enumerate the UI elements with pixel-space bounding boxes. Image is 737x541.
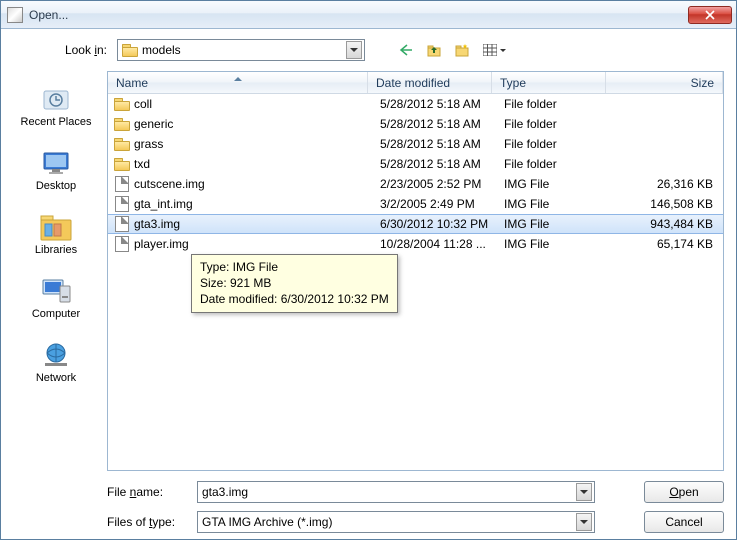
dropdown-arrow-icon[interactable] <box>346 41 362 59</box>
file-row[interactable]: generic5/28/2012 5:18 AMFile folder <box>108 114 723 134</box>
folder-icon <box>122 44 138 57</box>
file-row[interactable]: gta3.img6/30/2012 10:32 PMIMG File943,48… <box>108 214 723 234</box>
file-size: 943,484 KB <box>610 217 723 231</box>
file-icon <box>114 196 130 212</box>
up-folder-icon <box>427 43 441 57</box>
column-headers: Name Date modified Type Size <box>108 72 723 94</box>
filename-label: File name: <box>107 485 187 499</box>
place-computer[interactable]: Computer <box>16 267 96 329</box>
filetype-combo[interactable]: GTA IMG Archive (*.img) <box>197 511 595 533</box>
file-date: 5/28/2012 5:18 AM <box>372 97 496 111</box>
column-date[interactable]: Date modified <box>368 72 492 93</box>
file-icon <box>114 236 130 252</box>
window-title: Open... <box>29 8 688 22</box>
file-type: File folder <box>496 157 610 171</box>
titlebar: Open... <box>1 1 736 29</box>
folder-icon <box>114 116 130 132</box>
places-bar: Recent Places Desktop Libraries Computer <box>13 71 99 471</box>
file-type: IMG File <box>496 217 610 231</box>
file-type: File folder <box>496 97 610 111</box>
close-icon <box>705 10 715 20</box>
place-libraries[interactable]: Libraries <box>16 203 96 265</box>
up-one-level-button[interactable] <box>423 39 445 61</box>
lookin-combo[interactable]: models <box>117 39 365 61</box>
close-button[interactable] <box>688 6 732 24</box>
file-name: player.img <box>134 237 372 251</box>
desktop-icon <box>39 148 73 178</box>
column-size[interactable]: Size <box>606 72 723 93</box>
filename-value: gta3.img <box>202 485 248 499</box>
bottom-panel: File name: gta3.img Open Files of type: … <box>107 481 724 533</box>
file-date: 6/30/2012 10:32 PM <box>372 217 496 231</box>
column-name[interactable]: Name <box>108 72 368 93</box>
folder-icon <box>114 96 130 112</box>
file-type: File folder <box>496 137 610 151</box>
file-row[interactable]: grass5/28/2012 5:18 AMFile folder <box>108 134 723 154</box>
file-date: 5/28/2012 5:18 AM <box>372 157 496 171</box>
new-folder-button[interactable] <box>451 39 473 61</box>
dropdown-arrow-icon[interactable] <box>576 483 592 501</box>
file-icon <box>114 176 130 192</box>
place-recent[interactable]: Recent Places <box>16 75 96 137</box>
column-type[interactable]: Type <box>492 72 606 93</box>
file-type: IMG File <box>496 177 610 191</box>
file-size: 26,316 KB <box>610 177 723 191</box>
file-row[interactable]: gta_int.img3/2/2005 2:49 PMIMG File146,5… <box>108 194 723 214</box>
new-folder-icon <box>455 43 469 57</box>
folder-icon <box>114 156 130 172</box>
app-icon <box>7 7 23 23</box>
file-row[interactable]: coll5/28/2012 5:18 AMFile folder <box>108 94 723 114</box>
filetype-value: GTA IMG Archive (*.img) <box>202 515 332 529</box>
network-icon <box>39 340 73 370</box>
file-date: 3/2/2005 2:49 PM <box>372 197 496 211</box>
file-size: 65,174 KB <box>610 237 723 251</box>
file-name: gta_int.img <box>134 197 372 211</box>
dialog-content: Look in: models <box>1 29 736 541</box>
lookin-row: Look in: models <box>53 39 724 61</box>
file-type: File folder <box>496 117 610 131</box>
file-name: generic <box>134 117 372 131</box>
view-icon <box>483 44 497 56</box>
place-network[interactable]: Network <box>16 331 96 393</box>
open-button[interactable]: Open <box>644 481 724 503</box>
folder-icon <box>114 136 130 152</box>
computer-icon <box>39 276 73 306</box>
file-name: grass <box>134 137 372 151</box>
file-type: IMG File <box>496 197 610 211</box>
file-type: IMG File <box>496 237 610 251</box>
view-menu-button[interactable] <box>479 39 509 61</box>
filename-combo[interactable]: gta3.img <box>197 481 595 503</box>
file-name: cutscene.img <box>134 177 372 191</box>
lookin-value: models <box>142 43 181 57</box>
lookin-label: Look in: <box>53 43 107 57</box>
file-name: txd <box>134 157 372 171</box>
file-date: 2/23/2005 2:52 PM <box>372 177 496 191</box>
file-row[interactable]: player.img10/28/2004 11:28 ...IMG File65… <box>108 234 723 254</box>
filetype-label: Files of type: <box>107 515 187 529</box>
tooltip: Type: IMG File Size: 921 MB Date modifie… <box>191 254 398 313</box>
file-row[interactable]: txd5/28/2012 5:18 AMFile folder <box>108 154 723 174</box>
file-date: 5/28/2012 5:18 AM <box>372 117 496 131</box>
file-name: gta3.img <box>134 217 372 231</box>
dropdown-arrow-icon[interactable] <box>576 513 592 531</box>
file-date: 5/28/2012 5:18 AM <box>372 137 496 151</box>
place-desktop[interactable]: Desktop <box>16 139 96 201</box>
libraries-icon <box>39 212 73 242</box>
file-date: 10/28/2004 11:28 ... <box>372 237 496 251</box>
cancel-button[interactable]: Cancel <box>644 511 724 533</box>
file-size: 146,508 KB <box>610 197 723 211</box>
file-icon <box>114 216 130 232</box>
back-arrow-icon <box>399 44 413 56</box>
back-button[interactable] <box>395 39 417 61</box>
recent-places-icon <box>39 84 73 114</box>
file-name: coll <box>134 97 372 111</box>
file-row[interactable]: cutscene.img2/23/2005 2:52 PMIMG File26,… <box>108 174 723 194</box>
